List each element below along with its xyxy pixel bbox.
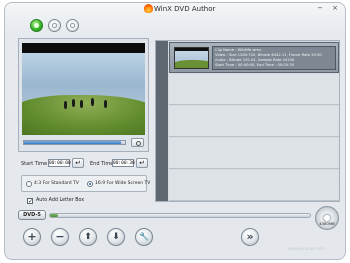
empty-list-row — [169, 170, 339, 201]
title-bar: WinX DVD Author − × — [5, 3, 345, 16]
mode-button-2[interactable] — [48, 19, 61, 32]
mode-button-3[interactable] — [66, 19, 79, 32]
watermark-text: www.winxdvd.com — [288, 246, 326, 251]
disc-capacity-text: 4380MB — [319, 221, 335, 226]
title-list: Clip Name : Wildlife.wmv Video : Size 12… — [155, 40, 340, 202]
video-bird — [64, 101, 67, 109]
window-title: WinX DVD Author — [154, 5, 216, 13]
start-time-input[interactable]: 00:00:00 — [48, 159, 71, 167]
dvd-author-mode-button[interactable] — [30, 19, 43, 32]
clip-info: Clip Name : Wildlife.wmv Video : Size 12… — [212, 46, 336, 70]
apply-start-time-button[interactable]: ↵ — [72, 158, 84, 168]
preview-panel — [18, 38, 149, 152]
disc-icon — [315, 206, 339, 230]
aspect-ratio-group: 4:3 For Standard TV 16:9 For Wide Screen… — [21, 175, 151, 192]
start-time-label: Start Time : — [21, 161, 51, 167]
mode-indicator-icon — [52, 23, 57, 28]
video-bird — [104, 100, 107, 108]
aspect-169-radio[interactable] — [87, 181, 93, 187]
playback-progress-slider[interactable] — [23, 140, 126, 145]
aspect-43-radio[interactable] — [26, 181, 32, 187]
playback-progress-fill — [24, 141, 121, 144]
list-gutter — [156, 41, 168, 201]
move-down-button[interactable]: ⬇ — [107, 228, 125, 246]
app-window: WinX DVD Author − × Start Time : 00:00:0… — [4, 2, 346, 260]
video-preview — [22, 43, 145, 135]
letterbox-checkbox[interactable]: ✓ — [27, 198, 33, 205]
clip-thumbnail — [174, 47, 209, 69]
settings-button[interactable]: 🔧 — [135, 228, 153, 246]
video-bird — [80, 100, 83, 108]
close-button[interactable]: × — [331, 4, 339, 12]
disc-capacity-bar — [49, 213, 311, 218]
video-hill — [22, 95, 145, 135]
winx-logo-icon — [144, 4, 153, 13]
empty-list-row — [169, 138, 339, 169]
move-up-button[interactable]: ⬆ — [79, 228, 97, 246]
end-time-input[interactable]: 00:00:30 — [112, 159, 135, 167]
empty-list-row — [169, 106, 339, 137]
title-list-item[interactable]: Clip Name : Wildlife.wmv Video : Size 12… — [169, 42, 339, 73]
next-step-button[interactable]: » — [241, 228, 259, 246]
letterbox-label: Auto Add Letter Box — [36, 198, 85, 203]
video-bird — [72, 99, 75, 107]
disc-capacity-fill — [50, 214, 58, 217]
snapshot-button[interactable] — [131, 138, 144, 147]
minimize-button[interactable]: − — [316, 4, 324, 12]
video-bird — [91, 98, 94, 106]
mode-indicator-icon — [34, 23, 39, 28]
mode-indicator-icon — [70, 23, 75, 28]
clip-time-info: Start Time : 00:00:00, End Time : 00:00:… — [215, 63, 295, 67]
aspect-43-label: 4:3 For Standard TV — [34, 181, 79, 186]
apply-end-time-button[interactable]: ↵ — [136, 158, 148, 168]
empty-list-row — [169, 74, 339, 105]
add-title-button[interactable]: + — [23, 228, 41, 246]
remove-title-button[interactable]: − — [51, 228, 69, 246]
aspect-169-label: 16:9 For Wide Screen TV — [95, 181, 151, 186]
thumb-hill — [175, 60, 208, 68]
disc-type-selector[interactable]: DVD-5 — [18, 210, 46, 220]
